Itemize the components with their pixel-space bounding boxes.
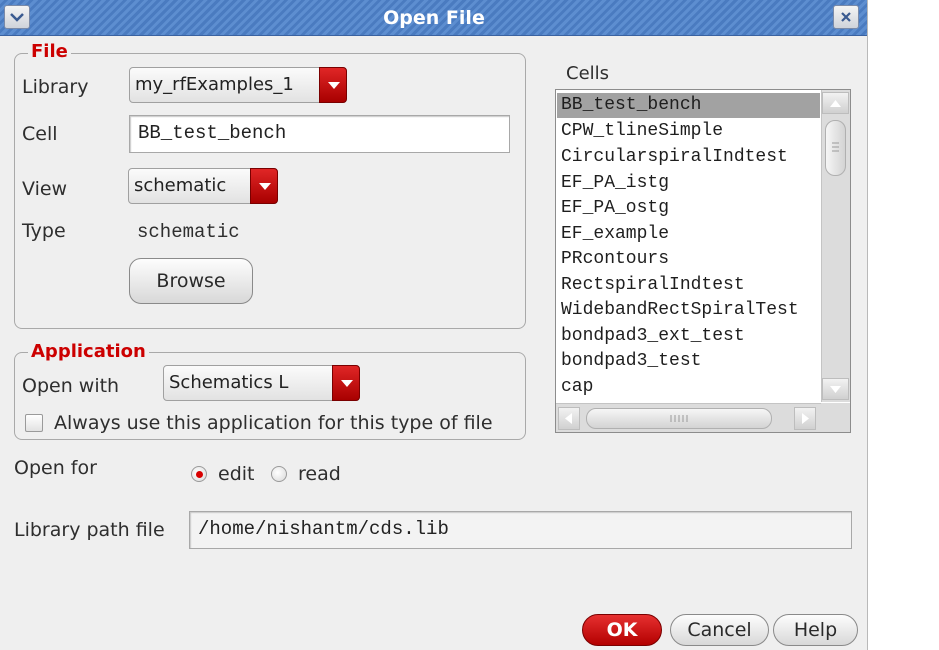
- cells-list[interactable]: BB_test_bench CPW_tlineSimple Circularsp…: [555, 89, 851, 433]
- cell-input-value: BB_test_bench: [138, 122, 287, 144]
- scroll-up-button[interactable]: [822, 92, 849, 114]
- edit-radio-label[interactable]: edit: [218, 463, 254, 485]
- window-menu-button[interactable]: [4, 5, 30, 29]
- library-path-label: Library path file: [14, 519, 165, 541]
- type-value: schematic: [137, 221, 240, 243]
- cell-input[interactable]: BB_test_bench: [129, 115, 510, 153]
- list-item[interactable]: EF_PA_ostg: [557, 196, 820, 221]
- arrow-right-icon: [802, 413, 809, 424]
- library-label: Library: [22, 76, 89, 98]
- arrow-down-icon: [830, 386, 841, 393]
- dropdown-arrow-icon[interactable]: [319, 67, 347, 103]
- close-icon: [841, 12, 851, 22]
- open-for-label: Open for: [14, 457, 97, 479]
- application-group-legend: Application: [28, 342, 149, 362]
- grip-icon: [670, 415, 688, 422]
- type-label: Type: [22, 220, 66, 242]
- list-item[interactable]: EF_PA_istg: [557, 171, 820, 196]
- list-item[interactable]: bondpad3_ext_test: [557, 324, 820, 349]
- list-item[interactable]: cap: [557, 375, 820, 400]
- horizontal-scroll-thumb[interactable]: [586, 408, 772, 429]
- scroll-corner: [821, 403, 850, 432]
- cell-label: Cell: [22, 123, 58, 145]
- list-item[interactable]: bondpad3_test: [557, 349, 820, 374]
- vertical-scrollbar[interactable]: [821, 90, 850, 402]
- list-item[interactable]: CircularspiralIndtest: [557, 145, 820, 170]
- chevron-down-icon: [10, 13, 24, 22]
- ok-button[interactable]: OK: [582, 614, 662, 646]
- open-with-combo[interactable]: Schematics L: [163, 365, 360, 401]
- view-combo[interactable]: schematic: [128, 168, 278, 204]
- scroll-down-button[interactable]: [822, 378, 849, 400]
- list-item[interactable]: WidebandRectSpiralTest: [557, 298, 820, 323]
- dialog-title: Open File: [383, 7, 485, 29]
- cells-label: Cells: [566, 63, 610, 84]
- list-item[interactable]: RectspiralIndtest: [557, 273, 820, 298]
- always-use-label[interactable]: Always use this application for this typ…: [54, 412, 493, 434]
- help-button[interactable]: Help: [773, 614, 858, 646]
- always-use-checkbox[interactable]: [25, 414, 43, 432]
- open-file-dialog: Open File File Library my_rfExamples_1 C…: [0, 0, 868, 650]
- library-combo[interactable]: my_rfExamples_1: [129, 67, 347, 103]
- library-combo-value: my_rfExamples_1: [135, 74, 294, 95]
- close-button[interactable]: [833, 5, 859, 29]
- read-radio[interactable]: [271, 466, 287, 482]
- read-radio-label[interactable]: read: [298, 463, 341, 485]
- list-item[interactable]: EF_example: [557, 222, 820, 247]
- browse-button[interactable]: Browse: [129, 258, 253, 304]
- dropdown-arrow-icon[interactable]: [332, 365, 360, 401]
- dropdown-arrow-icon[interactable]: [250, 168, 278, 204]
- arrow-up-icon: [830, 100, 841, 107]
- view-label: View: [22, 178, 68, 200]
- list-item[interactable]: PRcontours: [557, 247, 820, 272]
- cancel-button[interactable]: Cancel: [670, 614, 769, 646]
- library-path-field[interactable]: /home/nishantm/cds.lib: [189, 511, 852, 549]
- open-with-combo-value: Schematics L: [169, 372, 289, 393]
- list-item[interactable]: CPW_tlineSimple: [557, 119, 820, 144]
- list-item[interactable]: BB_test_bench: [557, 93, 820, 118]
- open-with-label: Open with: [22, 375, 120, 397]
- edit-radio[interactable]: [191, 466, 207, 482]
- horizontal-scrollbar[interactable]: [556, 403, 821, 432]
- file-group-legend: File: [28, 42, 71, 62]
- vertical-scroll-thumb[interactable]: [825, 120, 846, 176]
- grip-icon: [832, 142, 839, 152]
- scroll-right-button[interactable]: [794, 407, 816, 430]
- view-combo-value: schematic: [134, 175, 227, 196]
- arrow-left-icon: [565, 413, 572, 424]
- library-path-value: /home/nishantm/cds.lib: [198, 518, 449, 540]
- scroll-left-button[interactable]: [558, 407, 580, 430]
